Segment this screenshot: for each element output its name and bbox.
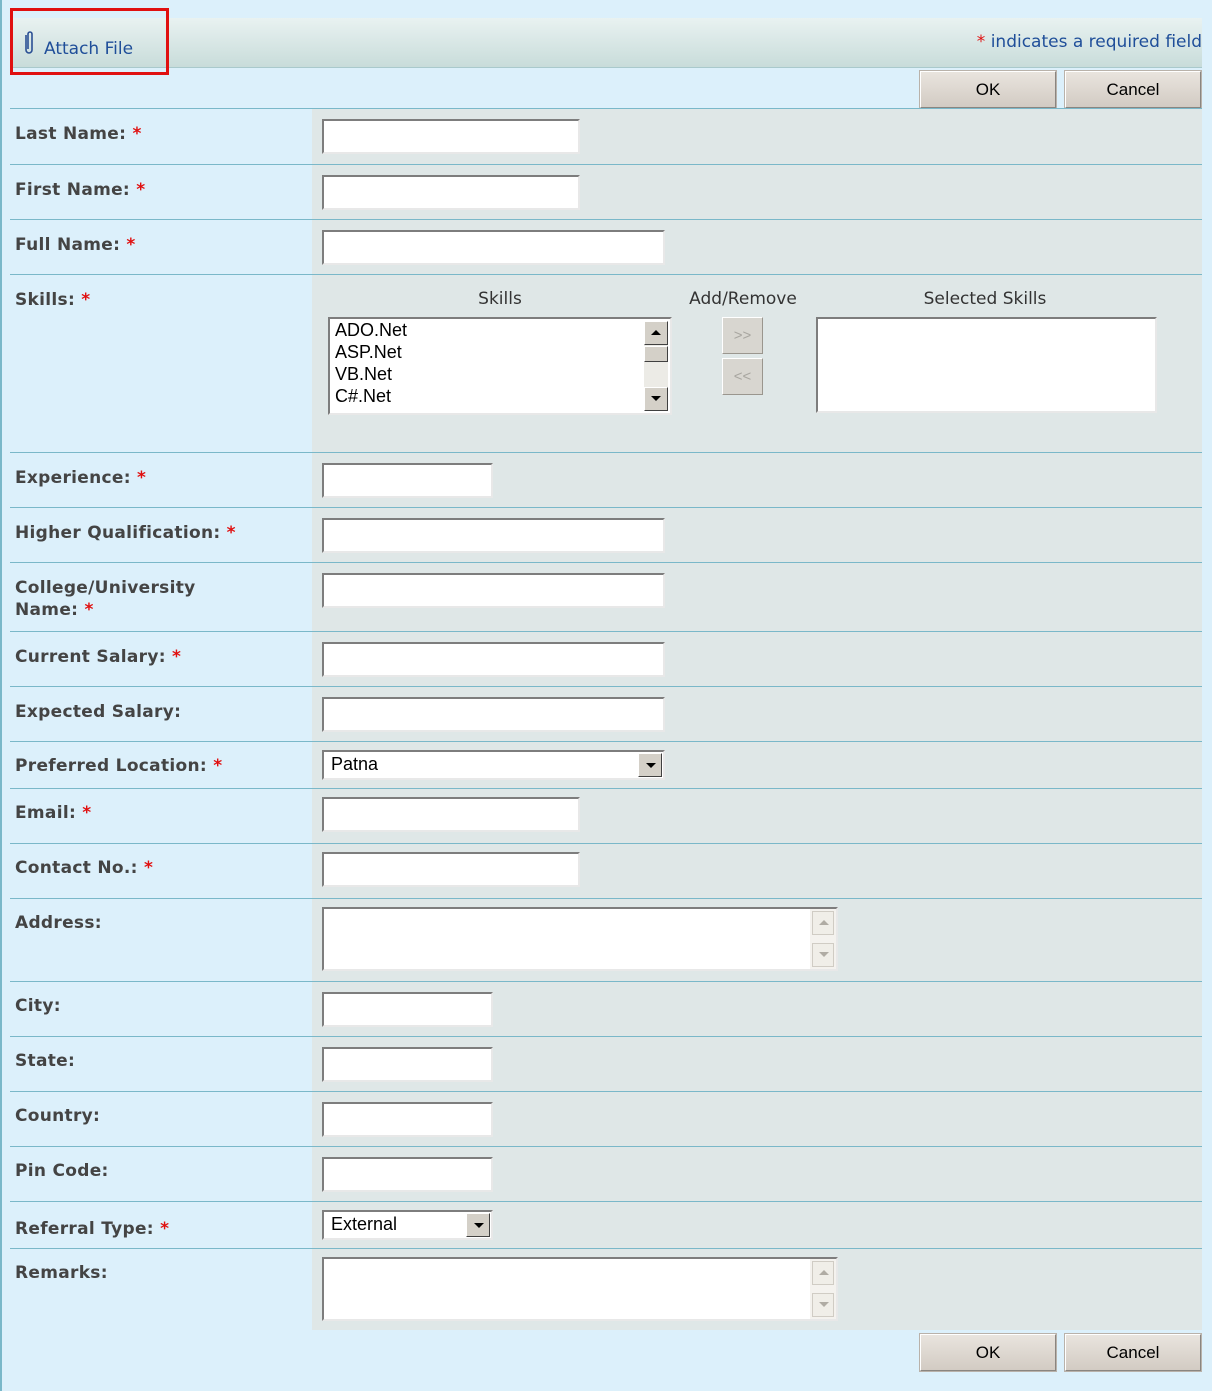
skills-column-header: Skills (478, 289, 522, 309)
address-textarea[interactable] (322, 907, 838, 971)
scroll-down-icon[interactable] (812, 943, 834, 967)
skills-listbox[interactable]: ADO.Net ASP.Net VB.Net C#.Net (328, 317, 672, 415)
scroll-thumb[interactable] (644, 346, 668, 362)
skill-option[interactable]: ADO.Net (335, 320, 407, 341)
label-college: College/University Name: * (10, 563, 312, 631)
cancel-button-bottom[interactable]: Cancel (1064, 1333, 1202, 1372)
experience-input[interactable] (322, 463, 493, 498)
college-input[interactable] (322, 573, 665, 608)
row-first-name: First Name: * (10, 164, 1202, 219)
row-remarks: Remarks: (10, 1248, 1202, 1330)
row-last-name: Last Name: * (10, 108, 1202, 164)
paperclip-icon (25, 31, 33, 54)
expected-salary-input[interactable] (322, 697, 665, 732)
address-scrollbar[interactable] (810, 909, 836, 969)
referral-type-value: External (331, 1214, 398, 1234)
row-current-salary: Current Salary: * (10, 631, 1202, 686)
label-referral-type: Referral Type: * (10, 1202, 312, 1248)
chevron-down-icon[interactable] (638, 753, 662, 777)
add-remove-column-header: Add/Remove (689, 289, 797, 309)
label-email: Email: * (10, 789, 312, 843)
current-salary-input[interactable] (322, 642, 665, 677)
label-city: City: (10, 982, 312, 1036)
email-input[interactable] (322, 797, 580, 832)
scroll-up-icon[interactable] (812, 911, 834, 935)
selected-skills-listbox[interactable] (816, 317, 1157, 413)
attach-file-link[interactable]: Attach File (10, 8, 169, 75)
label-full-name: Full Name: * (10, 220, 312, 274)
cancel-button-top[interactable]: Cancel (1064, 70, 1202, 109)
referral-type-select[interactable]: External (322, 1210, 493, 1240)
remarks-scrollbar[interactable] (810, 1259, 836, 1319)
label-experience: Experience: * (10, 453, 312, 507)
remarks-textarea[interactable] (322, 1257, 838, 1321)
higher-qualification-input[interactable] (322, 518, 665, 553)
label-contact-no: Contact No.: * (10, 844, 312, 898)
skill-option[interactable]: C#.Net (335, 386, 391, 407)
label-first-name: First Name: * (10, 165, 312, 219)
add-skill-button[interactable]: >> (722, 317, 763, 354)
row-address: Address: (10, 898, 1202, 981)
country-input[interactable] (322, 1102, 493, 1137)
chevron-down-icon[interactable] (466, 1213, 490, 1237)
row-experience: Experience: * (10, 452, 1202, 507)
row-college: College/University Name: * (10, 562, 1202, 631)
candidate-form: Last Name: * First Name: * Full Name: * … (10, 108, 1202, 1330)
row-country: Country: (10, 1091, 1202, 1146)
label-skills: Skills: * (10, 275, 312, 452)
last-name-input[interactable] (322, 119, 580, 154)
row-expected-salary: Expected Salary: (10, 686, 1202, 741)
attach-file-label: Attach File (44, 39, 134, 59)
required-field-note: * indicates a required field (977, 32, 1202, 52)
ok-button-bottom[interactable]: OK (919, 1333, 1057, 1372)
pin-code-input[interactable] (322, 1157, 493, 1192)
row-preferred-location: Preferred Location: * Patna (10, 741, 1202, 788)
first-name-input[interactable] (322, 175, 580, 210)
row-contact-no: Contact No.: * (10, 843, 1202, 898)
row-city: City: (10, 981, 1202, 1036)
label-state: State: (10, 1037, 312, 1091)
label-country: Country: (10, 1092, 312, 1146)
preferred-location-value: Patna (331, 754, 379, 774)
label-remarks: Remarks: (10, 1249, 312, 1330)
selected-skills-column-header: Selected Skills (923, 289, 1047, 309)
scroll-down-icon[interactable] (644, 387, 668, 411)
form-toolbar: * indicates a required field (10, 18, 1202, 68)
label-higher-qualification: Higher Qualification: * (10, 508, 312, 562)
label-pin-code: Pin Code: (10, 1147, 312, 1201)
city-input[interactable] (322, 992, 493, 1027)
contact-no-input[interactable] (322, 852, 580, 887)
row-skills: Skills: * Skills Add/Remove Selected Ski… (10, 274, 1202, 452)
ok-button-top[interactable]: OK (919, 70, 1057, 109)
state-input[interactable] (322, 1047, 493, 1082)
skills-scrollbar[interactable] (644, 321, 668, 411)
row-pin-code: Pin Code: (10, 1146, 1202, 1201)
row-higher-qualification: Higher Qualification: * (10, 507, 1202, 562)
remove-skill-button[interactable]: << (722, 358, 763, 395)
row-full-name: Full Name: * (10, 219, 1202, 274)
required-note-text: indicates a required field (985, 32, 1202, 52)
row-email: Email: * (10, 788, 1202, 843)
page-left-border (0, 0, 2, 1391)
preferred-location-select[interactable]: Patna (322, 750, 665, 780)
row-state: State: (10, 1036, 1202, 1091)
scroll-down-icon[interactable] (812, 1293, 834, 1317)
label-current-salary: Current Salary: * (10, 632, 312, 686)
label-preferred-location: Preferred Location: * (10, 742, 312, 788)
scroll-up-icon[interactable] (812, 1261, 834, 1285)
full-name-input[interactable] (322, 230, 665, 265)
skill-option[interactable]: VB.Net (335, 364, 392, 385)
label-last-name: Last Name: * (10, 109, 312, 164)
skill-option[interactable]: ASP.Net (335, 342, 402, 363)
row-referral-type: Referral Type: * External (10, 1201, 1202, 1248)
label-address: Address: (10, 899, 312, 981)
scroll-up-icon[interactable] (644, 321, 668, 345)
label-expected-salary: Expected Salary: (10, 687, 312, 741)
